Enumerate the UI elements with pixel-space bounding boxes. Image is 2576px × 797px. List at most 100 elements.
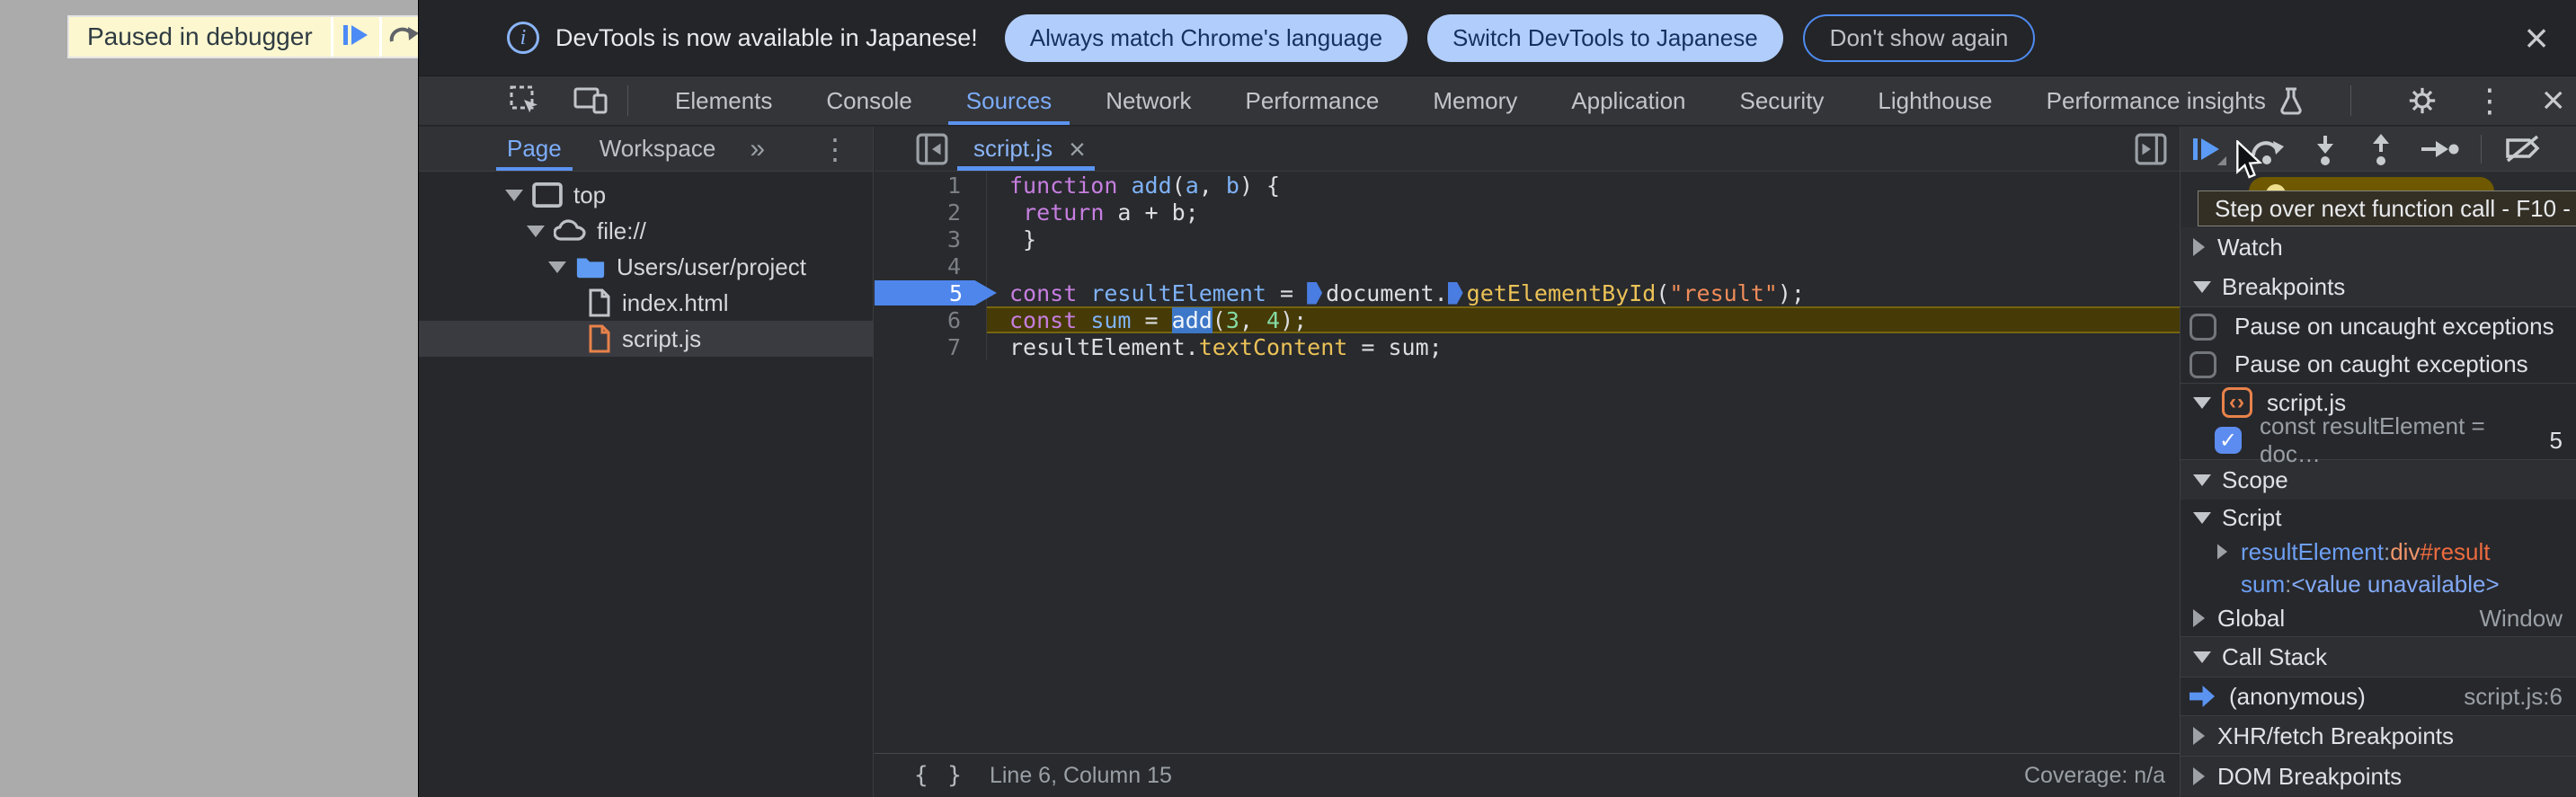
token-def: resultElement xyxy=(1077,279,1281,306)
tree-item-label: script.js xyxy=(622,324,702,352)
hide-debugger-icon[interactable] xyxy=(2135,133,2167,165)
editor-tab-close-icon[interactable]: × xyxy=(1069,135,1086,164)
gutter-line-4[interactable]: 4 xyxy=(875,252,987,279)
inspect-element-icon[interactable] xyxy=(509,84,541,117)
editor-tab-scriptjs[interactable]: script.js × xyxy=(957,127,1095,171)
section-watch[interactable]: Watch xyxy=(2181,227,2576,267)
breakpoint-marker[interactable]: 5 xyxy=(875,280,997,306)
gutter-line-7[interactable]: 7 xyxy=(875,333,987,360)
tab-page[interactable]: Page xyxy=(496,127,573,171)
tab-security[interactable]: Security xyxy=(1713,76,1852,125)
step-button[interactable] xyxy=(2420,136,2459,163)
device-toolbar-icon[interactable] xyxy=(573,85,608,116)
var-value-tag: div xyxy=(2390,537,2421,565)
frame-name: (anonymous) xyxy=(2229,682,2366,710)
tab-sources[interactable]: Sources xyxy=(939,76,1079,125)
section-xhr-breakpoints[interactable]: XHR/fetch Breakpoints xyxy=(2181,716,2576,756)
token-pun: = xyxy=(1280,279,1308,306)
tab-elements[interactable]: Elements xyxy=(648,76,799,125)
more-options-kebab-icon[interactable]: ⋮ xyxy=(2474,84,2506,117)
editor-statusbar: { } Line 6, Column 15 Coverage: n/a xyxy=(875,753,2180,797)
tab-lighthouse[interactable]: Lighthouse xyxy=(1851,76,2019,125)
tab-workspace[interactable]: Workspace xyxy=(600,127,716,171)
hide-navigator-icon[interactable] xyxy=(916,133,948,165)
resume-script-button[interactable] xyxy=(2190,132,2227,166)
tree-item-top[interactable]: top xyxy=(419,177,873,213)
banner-resume-button[interactable] xyxy=(330,17,379,57)
settings-gear-icon[interactable] xyxy=(2407,85,2438,116)
step-over-icon xyxy=(388,22,421,53)
code-content-2: return a + b; xyxy=(987,199,2180,226)
code-line-6: 6 const sum = add(3, 4); xyxy=(875,306,2180,333)
scope-script-row[interactable]: Script xyxy=(2181,500,2576,536)
frame-icon xyxy=(532,182,563,208)
panel-tabs: Elements Console Sources Network Performance… xyxy=(648,76,2331,125)
tab-label: Security xyxy=(1739,86,1825,114)
devtools-window: i DevTools is now available in Japanese!… xyxy=(418,0,2576,797)
screen: Paused in debugger i DevTools is now ava… xyxy=(0,0,2576,797)
code-content-5: const resultElement = document. getElemen… xyxy=(987,279,2180,306)
tab-console[interactable]: Console xyxy=(799,76,938,125)
scope-global-row[interactable]: Global Window xyxy=(2181,600,2576,636)
code-editor[interactable]: 1 function add(a, b) {2 return a + b; 3 } 4… xyxy=(875,172,2180,753)
inline-breakpoint-marker-icon[interactable] xyxy=(1447,281,1463,305)
switch-devtools-japanese-button[interactable]: Switch DevTools to Japanese xyxy=(1427,13,1783,62)
expanded-triangle-icon[interactable] xyxy=(527,225,545,237)
paused-in-debugger-banner: Paused in debugger xyxy=(67,15,430,58)
token-pun: ); xyxy=(1777,279,1805,306)
deactivate-breakpoints-button[interactable] xyxy=(2503,134,2543,164)
tab-performance-insights[interactable]: Performance insights xyxy=(2020,76,2331,125)
gutter-line-3[interactable]: 3 xyxy=(875,226,987,252)
tab-label: Performance insights xyxy=(2046,86,2266,114)
gutter-line-2[interactable]: 2 xyxy=(875,199,987,226)
pause-uncaught-checkbox[interactable] xyxy=(2190,313,2216,341)
tree-item-file-[interactable]: file:// xyxy=(419,213,873,249)
scope-var-sum[interactable]: sum: <value unavailable> xyxy=(2181,568,2576,600)
dont-show-again-button[interactable]: Don't show again xyxy=(1802,13,2036,62)
tab-application[interactable]: Application xyxy=(1544,76,1712,125)
var-name: resultElement xyxy=(2241,537,2384,565)
match-chrome-language-button[interactable]: Always match Chrome's language xyxy=(1004,13,1408,62)
scope-var-resultelement[interactable]: resultElement: div #result xyxy=(2181,536,2576,568)
gutter-line-1[interactable]: 1 xyxy=(875,172,987,199)
gutter-line-6[interactable]: 6 xyxy=(875,306,987,333)
file-html-icon xyxy=(588,288,611,317)
navigator-kebab-icon[interactable]: ⋮ xyxy=(821,132,849,166)
step-into-button[interactable] xyxy=(2308,132,2342,166)
expanded-triangle-icon[interactable] xyxy=(548,261,566,273)
token-def: add xyxy=(1117,172,1172,199)
pretty-print-icon[interactable]: { } xyxy=(914,762,964,789)
tree-item-index.html[interactable]: index.html xyxy=(419,285,873,321)
tab-label: Performance xyxy=(1245,86,1380,114)
token-pun: ); xyxy=(1280,306,1308,333)
code-content-6: const sum = add(3, 4); xyxy=(987,306,2180,333)
token-kw: const xyxy=(1009,306,1078,333)
tab-network[interactable]: Network xyxy=(1079,76,1218,125)
devtools-close-icon[interactable]: × xyxy=(2542,81,2565,120)
section-dom-breakpoints[interactable]: DOM Breakpoints xyxy=(2181,757,2576,796)
tab-performance[interactable]: Performance xyxy=(1219,76,1407,125)
call-stack-frame[interactable]: (anonymous) script.js:6 xyxy=(2181,677,2576,715)
token-def: a xyxy=(1185,172,1199,199)
expanded-triangle-icon[interactable] xyxy=(505,189,523,201)
tree-item-users-user-project[interactable]: Users/user/project xyxy=(419,249,873,285)
infobar-close-icon[interactable]: × xyxy=(2515,17,2558,58)
breakpoint-code-label: const resultElement = doc… xyxy=(2260,412,2485,467)
gutter-line-5[interactable]: 5 xyxy=(875,279,997,306)
tree-item-script.js[interactable]: script.js xyxy=(419,321,873,357)
token-kw: function xyxy=(1009,172,1118,199)
inline-breakpoint-marker-icon[interactable] xyxy=(1307,281,1323,305)
pause-caught-checkbox[interactable] xyxy=(2190,350,2216,378)
breakpoint-checkbox[interactable]: ✓ xyxy=(2215,427,2242,454)
code-line-7: 7 resultElement. textContent = sum; xyxy=(875,333,2180,360)
breakpoint-entry[interactable]: ✓ const resultElement = doc… 5 xyxy=(2181,412,2576,467)
folder-icon xyxy=(575,254,606,279)
token-def: sum xyxy=(1077,306,1145,333)
step-out-button[interactable] xyxy=(2364,132,2398,166)
more-tabs-chevron[interactable]: » xyxy=(750,134,765,164)
section-call-stack[interactable]: Call Stack xyxy=(2181,637,2576,677)
step-over-button[interactable] xyxy=(2249,132,2287,166)
section-breakpoints[interactable]: Breakpoints xyxy=(2181,267,2576,306)
xhr-breakpoints-label: XHR/fetch Breakpoints xyxy=(2217,722,2455,749)
tab-memory[interactable]: Memory xyxy=(1406,76,1544,125)
